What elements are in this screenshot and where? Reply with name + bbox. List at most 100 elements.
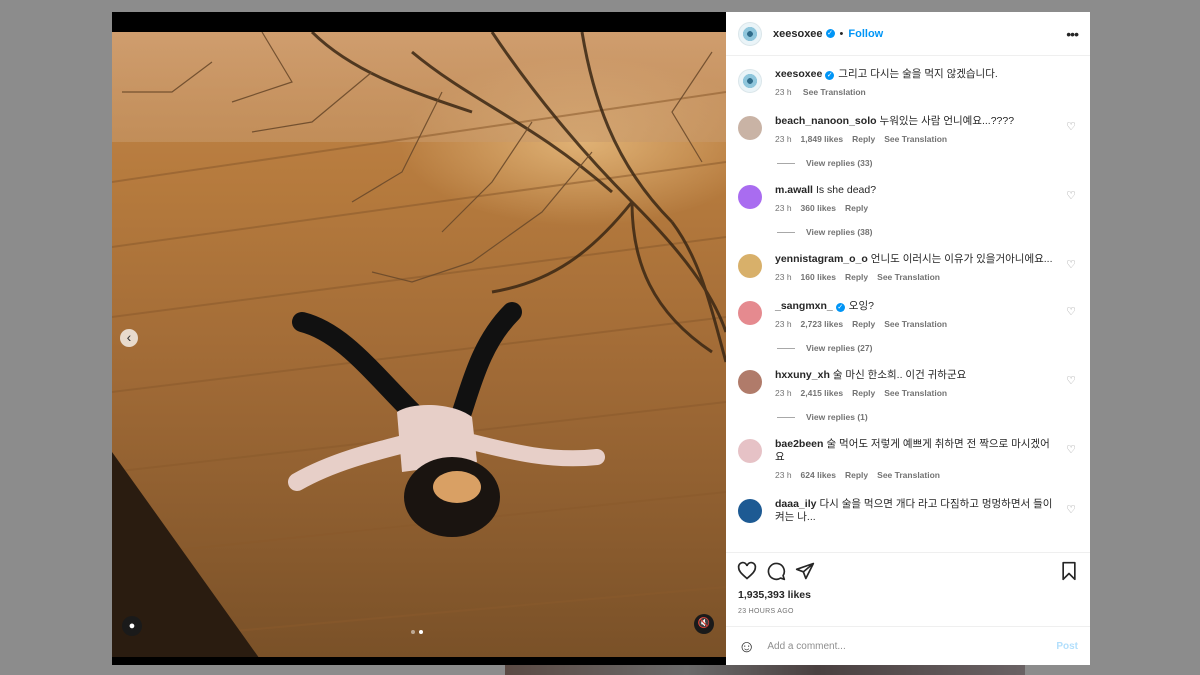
comment-likes[interactable]: 1,849 likes bbox=[801, 134, 844, 144]
post-comment-button[interactable]: Post bbox=[1056, 641, 1078, 652]
reply-button[interactable]: Reply bbox=[852, 388, 875, 398]
commenter-username[interactable]: hxxuny_xh bbox=[775, 369, 830, 381]
previous-slide-button[interactable]: ‹ bbox=[120, 329, 138, 347]
speaker-muted-icon: 🔇 bbox=[697, 618, 711, 629]
mute-toggle-button[interactable]: 🔇 bbox=[694, 614, 714, 634]
posted-time: 23 HOURS AGO bbox=[738, 608, 794, 615]
comment-time: 23 h bbox=[775, 203, 792, 213]
caption-time: 23 h bbox=[775, 87, 792, 97]
caption-username[interactable]: xeesoxee bbox=[775, 68, 822, 80]
comment-body: yennistagram_o_o 언니도 이러시는 이유가 있을거아니에요... 2… bbox=[775, 253, 1059, 282]
comment: m.awall Is she dead? 23 h 360 likes Reply ♡ bbox=[738, 184, 1078, 213]
author-username[interactable]: xeesoxee bbox=[773, 28, 823, 40]
more-horizontal-icon[interactable]: ••• bbox=[1066, 26, 1079, 42]
view-replies-label: View replies (1) bbox=[806, 412, 868, 422]
comment-text: 오잉? bbox=[848, 300, 874, 312]
reply-button[interactable]: Reply bbox=[845, 470, 868, 480]
tagged-users-button[interactable]: ● bbox=[122, 616, 142, 636]
reply-button[interactable]: Reply bbox=[845, 272, 868, 282]
likes-count[interactable]: 1,935,393 likes bbox=[726, 589, 1090, 605]
view-replies-button[interactable]: View replies (1) bbox=[777, 412, 1078, 422]
comment-likes[interactable]: 360 likes bbox=[801, 203, 836, 213]
comment-like-heart-icon[interactable]: ♡ bbox=[1066, 189, 1076, 202]
heart-icon bbox=[737, 561, 757, 580]
see-translation-button[interactable]: See Translation bbox=[884, 319, 947, 329]
verified-badge-icon: ✓ bbox=[825, 71, 835, 80]
commenter-avatar[interactable] bbox=[738, 301, 762, 325]
comment-likes[interactable]: 2,723 likes bbox=[801, 319, 844, 329]
comment-body: _sangmxn_ ✓ 오잉? 23 h 2,723 likes Reply See Tra… bbox=[775, 300, 1059, 329]
paper-plane-icon bbox=[795, 562, 815, 580]
caption-text: 그리고 다시는 술을 먹지 않겠습니다. bbox=[838, 68, 998, 80]
comment: beach_nanoon_solo 누워있는 사람 언니예요...???? 23 h… bbox=[738, 115, 1078, 144]
comment-text-line: beach_nanoon_solo 누워있는 사람 언니예요...???? bbox=[775, 115, 1059, 128]
bookmark-icon bbox=[1062, 561, 1076, 581]
comment-item: hxxuny_xh 술 마신 한소희.. 이건 귀하군요 23 h 2,415 lik… bbox=[738, 369, 1078, 422]
caption-see-translation[interactable]: See Translation bbox=[803, 87, 866, 97]
view-replies-button[interactable]: View replies (33) bbox=[777, 158, 1078, 168]
commenter-avatar[interactable] bbox=[738, 370, 762, 394]
caption-text-line: xeesoxee ✓ 그리고 다시는 술을 먹지 않겠습니다. bbox=[775, 68, 1059, 81]
comment-item: daaa_ily 다시 술을 먹으면 개다 라고 다짐하고 멍멍하면서 들이켜는 … bbox=[738, 498, 1078, 524]
comment-text-line: m.awall Is she dead? bbox=[775, 184, 1059, 197]
comment-input[interactable] bbox=[765, 639, 1057, 653]
comment-item: beach_nanoon_solo 누워있는 사람 언니예요...???? 23 h… bbox=[738, 115, 1078, 168]
comment-item: m.awall Is she dead? 23 h 360 likes Reply ♡ Vi… bbox=[738, 184, 1078, 237]
caption-avatar[interactable] bbox=[738, 69, 762, 93]
commenter-avatar[interactable] bbox=[738, 116, 762, 140]
commenter-avatar[interactable] bbox=[738, 499, 762, 523]
comment-icon bbox=[767, 562, 786, 581]
verified-badge-icon: ✓ bbox=[835, 303, 845, 312]
comment-likes[interactable]: 160 likes bbox=[801, 272, 836, 282]
commenter-username[interactable]: beach_nanoon_solo bbox=[775, 115, 877, 127]
reply-button[interactable]: Reply bbox=[852, 319, 875, 329]
comment-button[interactable] bbox=[766, 561, 786, 581]
comment-like-heart-icon[interactable]: ♡ bbox=[1066, 443, 1076, 456]
comment-likes[interactable]: 624 likes bbox=[801, 470, 836, 480]
comment-like-heart-icon[interactable]: ♡ bbox=[1066, 503, 1076, 516]
comment-time: 23 h bbox=[775, 470, 792, 480]
view-replies-label: View replies (38) bbox=[806, 227, 873, 237]
save-button[interactable] bbox=[1059, 561, 1079, 581]
comment: hxxuny_xh 술 마신 한소희.. 이건 귀하군요 23 h 2,415 lik… bbox=[738, 369, 1078, 398]
comment-likes[interactable]: 2,415 likes bbox=[801, 388, 844, 398]
see-translation-button[interactable]: See Translation bbox=[877, 272, 940, 282]
comment-like-heart-icon[interactable]: ♡ bbox=[1066, 258, 1076, 271]
comment-body: m.awall Is she dead? 23 h 360 likes Reply bbox=[775, 184, 1059, 213]
author-avatar[interactable] bbox=[738, 21, 762, 46]
commenter-username[interactable]: bae2been bbox=[775, 438, 823, 450]
commenter-username[interactable]: daaa_ily bbox=[775, 498, 816, 510]
commenter-username[interactable]: yennistagram_o_o bbox=[775, 253, 868, 265]
follow-button[interactable]: Follow bbox=[848, 28, 883, 40]
comment-text-line: _sangmxn_ ✓ 오잉? bbox=[775, 300, 1059, 313]
replies-divider bbox=[777, 162, 795, 164]
comment-like-heart-icon[interactable]: ♡ bbox=[1066, 120, 1076, 133]
commenter-username[interactable]: m.awall bbox=[775, 184, 813, 196]
comment-time: 23 h bbox=[775, 272, 792, 282]
see-translation-button[interactable]: See Translation bbox=[877, 470, 940, 480]
reply-button[interactable]: Reply bbox=[845, 203, 868, 213]
post-media[interactable]: ‹ ● 🔇 bbox=[112, 12, 726, 665]
comment-like-heart-icon[interactable]: ♡ bbox=[1066, 374, 1076, 387]
comment-item: yennistagram_o_o 언니도 이러시는 이유가 있을거아니에요... 2… bbox=[738, 253, 1078, 282]
commenter-username[interactable]: _sangmxn_ bbox=[775, 300, 833, 312]
see-translation-button[interactable]: See Translation bbox=[884, 388, 947, 398]
like-button[interactable] bbox=[737, 561, 757, 581]
reply-button[interactable]: Reply bbox=[852, 134, 875, 144]
post-details-panel: xeesoxee ✓ • Follow ••• xeesoxee ✓ 그리고 다시는… bbox=[726, 12, 1090, 665]
share-button[interactable] bbox=[795, 561, 815, 581]
comment-text-line: bae2been 술 먹어도 저렇게 예쁘게 취하면 전 짝으로 마시겠어요 bbox=[775, 438, 1059, 464]
see-translation-button[interactable]: See Translation bbox=[884, 134, 947, 144]
emoji-icon[interactable]: ☺ bbox=[738, 638, 755, 655]
commenter-avatar[interactable] bbox=[738, 254, 762, 278]
view-replies-button[interactable]: View replies (27) bbox=[777, 343, 1078, 353]
comment-body: bae2been 술 먹어도 저렇게 예쁘게 취하면 전 짝으로 마시겠어요 23 … bbox=[775, 438, 1059, 480]
comments-list[interactable]: xeesoxee ✓ 그리고 다시는 술을 먹지 않겠습니다. 23 h See T… bbox=[726, 56, 1090, 552]
comment-meta: 23 h 624 likes Reply See Translation bbox=[775, 470, 1059, 480]
view-replies-button[interactable]: View replies (38) bbox=[777, 227, 1078, 237]
comment: bae2been 술 먹어도 저렇게 예쁘게 취하면 전 짝으로 마시겠어요 23 … bbox=[738, 438, 1078, 480]
commenter-avatar[interactable] bbox=[738, 185, 762, 209]
comment-like-heart-icon[interactable]: ♡ bbox=[1066, 305, 1076, 318]
commenter-avatar[interactable] bbox=[738, 439, 762, 463]
post-photo bbox=[112, 32, 726, 657]
